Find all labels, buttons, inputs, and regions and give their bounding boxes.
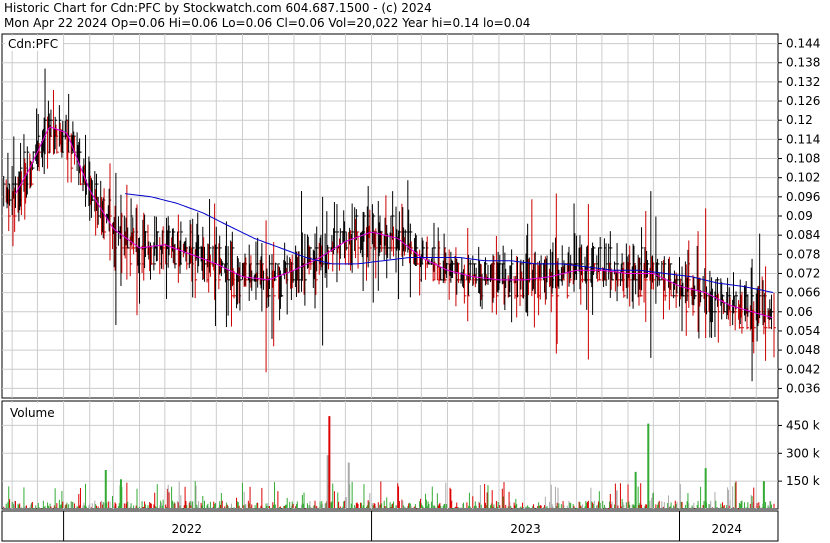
volume-panel-title: Volume — [10, 406, 55, 420]
y-tick-label: 0.114 — [786, 132, 820, 146]
chart-canvas: 0.144 0.138 0.132 0.126 0.12 0.114 0.108 0.102 0… — [1, 33, 820, 542]
x-tick-label: 2022 — [172, 522, 203, 536]
y-tick-label: 0.072 — [786, 266, 820, 280]
x-tick-label: 2023 — [510, 522, 541, 536]
y-tick-label: 0.12 — [786, 113, 813, 127]
price-panel-title: Cdn:PFC — [8, 37, 58, 51]
y-tick-label: 0.084 — [786, 228, 820, 242]
y-tick-label: 0.102 — [786, 171, 820, 185]
y-tick-label: 0.066 — [786, 286, 820, 300]
date-axis-panel — [1, 510, 779, 542]
y-tick-label: 0.138 — [786, 56, 820, 70]
y-tick-label: 0.054 — [786, 324, 820, 338]
y-tick-label: 0.09 — [786, 209, 813, 223]
y-tick-label: 0.042 — [786, 362, 820, 376]
volume-tick-label: 300 k — [786, 446, 820, 460]
y-tick-label: 0.126 — [786, 94, 820, 108]
volume-panel — [1, 400, 779, 510]
y-tick-label: 0.108 — [786, 152, 820, 166]
y-tick-label: 0.06 — [786, 305, 813, 319]
y-tick-label: 0.036 — [786, 381, 820, 395]
volume-tick-label: 450 k — [786, 418, 820, 432]
x-tick-label: 2024 — [711, 522, 742, 536]
y-tick-label: 0.144 — [786, 37, 820, 51]
stock-chart: Historic Chart for Cdn:PFC by Stockwatch… — [0, 0, 830, 543]
y-tick-label: 0.048 — [786, 343, 820, 357]
y-tick-label: 0.096 — [786, 190, 820, 204]
y-tick-label: 0.078 — [786, 247, 820, 261]
volume-tick-label: 150 k — [786, 474, 820, 488]
y-tick-label: 0.132 — [786, 75, 820, 89]
